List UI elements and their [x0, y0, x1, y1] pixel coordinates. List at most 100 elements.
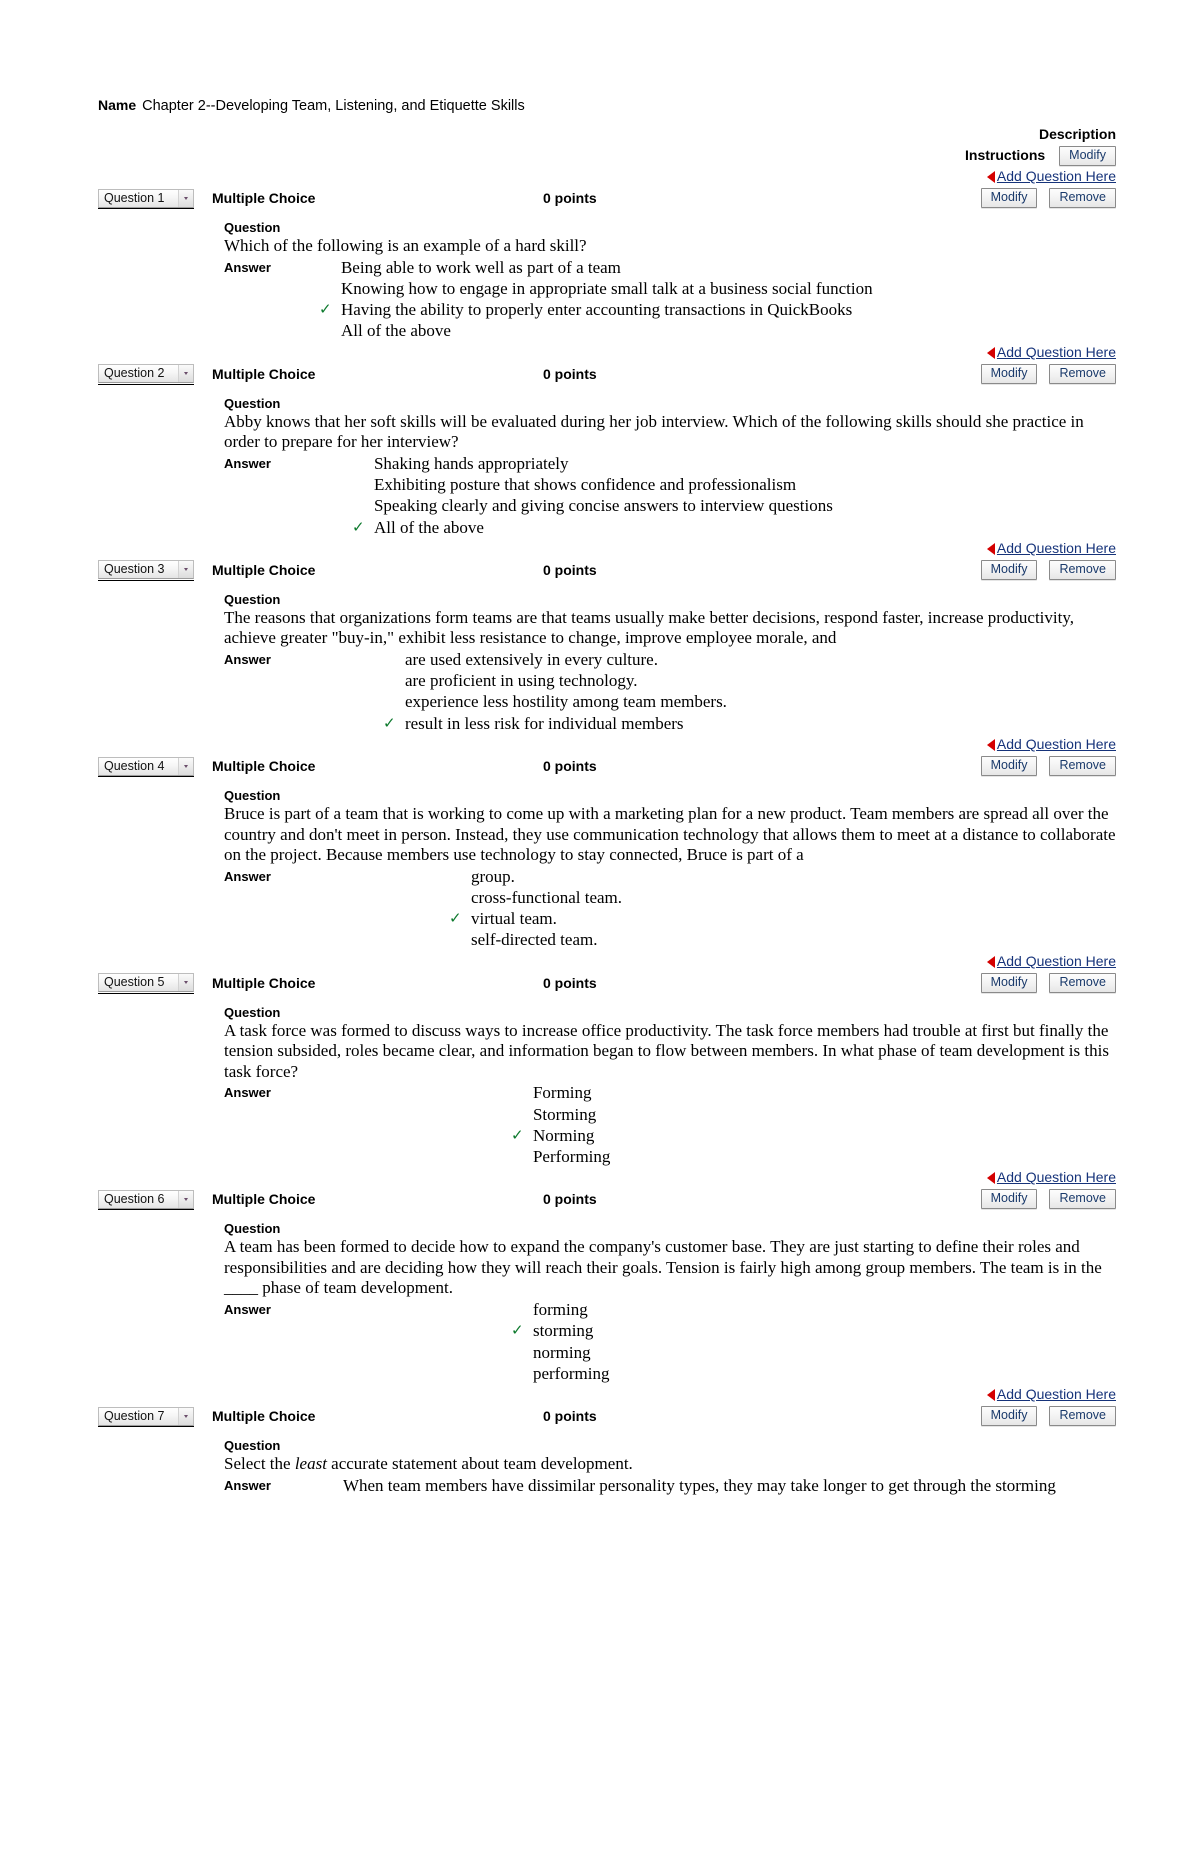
question-number-select[interactable]: Question 3 [98, 560, 194, 580]
question-stem: Select the least accurate statement abou… [224, 1454, 1116, 1475]
question-stem: A task force was formed to discuss ways … [224, 1020, 1109, 1081]
answer-option-text: Storming [532, 1104, 597, 1124]
question-number-select[interactable]: Question 5 [98, 973, 194, 993]
question-body: Question Which of the following is an ex… [0, 219, 1200, 342]
instructions-modify-button[interactable]: Modify [1059, 145, 1116, 166]
answer-option[interactable]: are used extensively in every culture. [405, 649, 727, 670]
question-number-select[interactable]: Question 7 [98, 1406, 194, 1426]
chevron-down-icon [178, 757, 193, 775]
question-remove-button[interactable]: Remove [1049, 972, 1116, 993]
answer-option[interactable]: Shaking hands appropriately [374, 453, 833, 474]
answer-option[interactable]: self-directed team. [471, 929, 622, 950]
add-question-here-link[interactable]: Add Question Here [997, 344, 1116, 360]
answer-option[interactable]: cross-functional team. [471, 887, 622, 908]
question-number-label: Question 4 [104, 758, 165, 773]
question-body: Question A team has been formed to decid… [0, 1220, 1200, 1384]
answer-option[interactable]: ✓ storming [511, 1320, 609, 1341]
question-points-label: 0 points [543, 1191, 597, 1208]
answer-option[interactable]: Knowing how to engage in appropriate sma… [341, 278, 873, 299]
answer-option[interactable]: Forming [533, 1082, 610, 1103]
question-points-label: 0 points [543, 1408, 597, 1425]
answer-option[interactable]: group. [471, 866, 622, 887]
question-header-bar: Question 3 Multiple Choice 0 points Modi… [0, 558, 1200, 582]
question-modify-button[interactable]: Modify [980, 1189, 1038, 1210]
question-number-select[interactable]: Question 1 [98, 188, 194, 208]
question-select-underline [98, 208, 194, 209]
answer-option-text: Performing [532, 1147, 611, 1167]
add-question-here-link[interactable]: Add Question Here [997, 540, 1116, 556]
question-modify-button[interactable]: Modify [980, 188, 1038, 208]
question-stem: Which of the following is an example of … [224, 236, 587, 255]
answer-options: Being able to work well as part of a tea… [319, 257, 873, 342]
question-type-label: Multiple Choice [212, 1191, 316, 1208]
question-actions: Modify Remove [980, 559, 1116, 580]
chevron-down-icon [178, 365, 193, 383]
answer-option[interactable]: All of the above [341, 320, 873, 341]
answer-option-text: self-directed team. [470, 930, 598, 950]
question-modify-button[interactable]: Modify [980, 756, 1038, 777]
add-question-here-link[interactable]: Add Question Here [997, 953, 1116, 969]
answer-option-text: Having the ability to properly enter acc… [340, 300, 853, 320]
answer-option[interactable]: ✓ virtual team. [449, 908, 622, 929]
add-question-here-row: Add Question Here [0, 951, 1200, 971]
question-select-underline [98, 579, 194, 581]
question-number-select[interactable]: Question 6 [98, 1189, 194, 1209]
answer-option[interactable]: Speaking clearly and giving concise answ… [374, 495, 833, 516]
question-number-select[interactable]: Question 2 [98, 364, 194, 384]
add-question-here-link[interactable]: Add Question Here [997, 736, 1116, 752]
answer-option[interactable]: Exhibiting posture that shows confidence… [374, 474, 833, 495]
question-modify-button[interactable]: Modify [980, 972, 1038, 993]
answer-option[interactable]: performing [533, 1363, 609, 1384]
exam-header: Name Chapter 2--Developing Team, Listenin… [0, 0, 1200, 166]
answer-label: Answer [224, 651, 271, 667]
left-triangle-marker-icon [986, 171, 995, 183]
correct-answer-check-icon: ✓ [351, 518, 365, 536]
exam-name-row: Name Chapter 2--Developing Team, Listenin… [0, 96, 1200, 115]
answer-option[interactable]: ✓ result in less risk for individual memb… [383, 713, 727, 734]
correct-answer-check-icon: ✓ [510, 1322, 524, 1340]
chevron-down-icon [178, 561, 193, 579]
question-actions: Modify Remove [980, 972, 1116, 993]
add-question-here-row: Add Question Here [0, 1384, 1200, 1404]
answer-option[interactable]: Being able to work well as part of a tea… [341, 257, 873, 278]
answer-option-text: performing [532, 1363, 610, 1383]
answer-section: Answer group. cross-functional team. ✓ virt… [224, 866, 1116, 951]
question-body: Question Bruce is part of a team that is… [0, 787, 1200, 951]
answer-option[interactable]: ✓ Norming [511, 1125, 610, 1146]
add-question-here-link[interactable]: Add Question Here [997, 1169, 1116, 1185]
answer-option-text: All of the above [373, 517, 484, 537]
answer-option[interactable]: When team members have dissimilar person… [343, 1475, 1056, 1496]
question-remove-button[interactable]: Remove [1049, 1189, 1116, 1210]
answer-section: Answer forming ✓ storming norming performing [224, 1299, 1116, 1384]
question-modify-button[interactable]: Modify [980, 1406, 1038, 1427]
question-modify-button[interactable]: Modify [980, 363, 1038, 384]
answer-option[interactable]: are proficient in using technology. [405, 670, 727, 691]
answer-label: Answer [224, 868, 271, 884]
answer-option[interactable]: Storming [533, 1104, 610, 1125]
question-number-select[interactable]: Question 4 [98, 756, 194, 776]
answer-option[interactable]: forming [533, 1299, 609, 1320]
add-question-here-row: Add Question Here [0, 342, 1200, 362]
add-question-here-link[interactable]: Add Question Here [997, 168, 1116, 184]
answer-option[interactable]: norming [533, 1342, 609, 1363]
question-number-label: Question 3 [104, 562, 165, 577]
question-modify-button[interactable]: Modify [980, 559, 1038, 580]
answer-option[interactable]: Performing [533, 1146, 610, 1167]
question-select-underline [98, 1209, 194, 1211]
question-remove-button[interactable]: Remove [1049, 756, 1116, 777]
question-type-label: Multiple Choice [212, 1408, 316, 1425]
answer-option[interactable]: ✓ Having the ability to properly enter ac… [319, 299, 873, 320]
question-remove-button[interactable]: Remove [1049, 1406, 1116, 1427]
answer-option-text: forming [532, 1299, 588, 1319]
answer-option[interactable]: experience less hostility among team mem… [405, 691, 727, 712]
question-text-label: Question [224, 220, 281, 235]
question-remove-button[interactable]: Remove [1049, 188, 1116, 208]
question-remove-button[interactable]: Remove [1049, 363, 1116, 384]
question-block: Question 3 Multiple Choice 0 points Modi… [0, 558, 1200, 734]
answer-label: Answer [224, 1085, 271, 1101]
add-question-here-link[interactable]: Add Question Here [997, 1386, 1116, 1402]
question-remove-button[interactable]: Remove [1049, 559, 1116, 580]
question-body: Question The reasons that organizations … [0, 591, 1200, 734]
answer-option[interactable]: ✓ All of the above [352, 517, 833, 538]
answer-section: Answer When team members have dissimilar… [224, 1475, 1116, 1496]
